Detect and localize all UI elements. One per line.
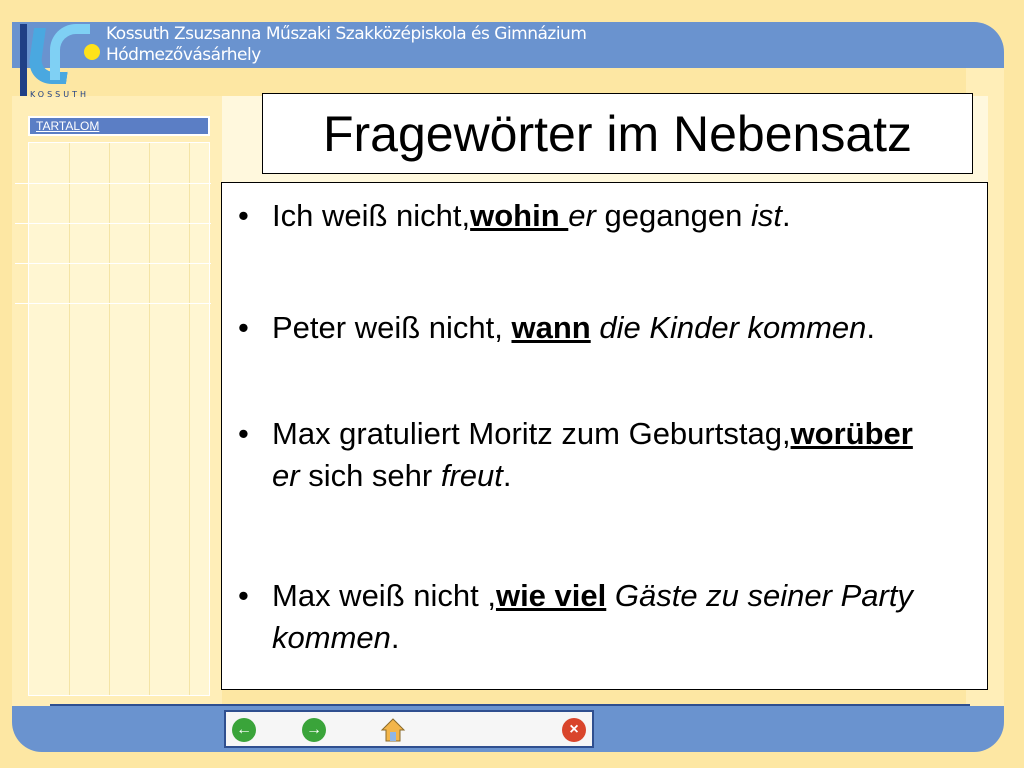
bullet-text-part: gegangen bbox=[595, 198, 752, 233]
navigation-bar: ← → × bbox=[224, 710, 594, 748]
toc-link[interactable]: TARTALOM bbox=[28, 116, 210, 136]
bullet-text-part: Max gratuliert Moritz zum Geburtstag, bbox=[272, 416, 791, 451]
bullet-text: Max weiß nicht ,wie viel Gäste zu seiner… bbox=[272, 575, 942, 659]
logo-wordmark: KOSSUTH bbox=[30, 90, 90, 99]
toc-grid-line bbox=[109, 143, 110, 695]
arrow-left-icon[interactable]: ← bbox=[232, 718, 256, 742]
toc-grid-line bbox=[149, 143, 150, 695]
bullet-italic: ist bbox=[751, 198, 783, 233]
slide-content: • Ich weiß nicht,wohin er gegangen ist. … bbox=[221, 182, 988, 690]
toc-grid-line bbox=[69, 143, 70, 695]
school-logo: KOSSUTH bbox=[14, 18, 100, 102]
slide-title: Fragewörter im Nebensatz bbox=[322, 105, 913, 162]
toc-grid-line bbox=[189, 143, 190, 695]
bullet-text-part: Max weiß nicht , bbox=[272, 578, 496, 613]
bullet-marker: • bbox=[238, 310, 249, 345]
bullet-text-part: . bbox=[866, 310, 876, 345]
bullet-marker: • bbox=[238, 578, 249, 613]
bullet-text-part: . bbox=[782, 198, 791, 233]
bullet-text: Max gratuliert Moritz zum Geburtstag,wor… bbox=[272, 413, 942, 497]
bullet-marker: • bbox=[238, 416, 249, 451]
bullet-text: Ich weiß nicht,wohin er gegangen ist. bbox=[272, 195, 942, 237]
school-name-line1: Kossuth Zsuzsanna Műszaki Szakközépiskol… bbox=[106, 24, 587, 44]
bullet-text-part: . bbox=[502, 458, 512, 493]
school-name-line2: Hódmezővásárhely bbox=[106, 45, 261, 65]
toc-grid bbox=[15, 142, 211, 696]
footer-divider bbox=[50, 704, 970, 706]
bullet-text-part: Peter weiß nicht, bbox=[272, 310, 512, 345]
bullet-marker: • bbox=[238, 198, 249, 233]
toc-grid-line bbox=[15, 263, 211, 264]
school-name: Kossuth Zsuzsanna Műszaki Szakközépiskol… bbox=[106, 24, 587, 66]
question-word: wann bbox=[511, 310, 591, 345]
bullet-text-part: Ich weiß nicht, bbox=[272, 198, 471, 233]
arrow-right-icon[interactable]: → bbox=[302, 718, 326, 742]
bullet-italic: freut bbox=[440, 458, 503, 493]
logo-dot bbox=[84, 44, 100, 60]
home-icon[interactable] bbox=[380, 717, 406, 743]
toc-grid-line bbox=[15, 223, 211, 224]
bullet-text: Peter weiß nicht, wann die Kinder kommen… bbox=[272, 307, 942, 349]
close-icon[interactable]: × bbox=[562, 718, 586, 742]
question-word: worüber bbox=[790, 416, 913, 451]
logo-k-bar bbox=[20, 24, 27, 96]
slide-title-box: Fragewörter im Nebensatz bbox=[262, 93, 973, 174]
bullet-text-part: sich sehr bbox=[299, 458, 441, 493]
bullet-italic: er bbox=[272, 458, 300, 493]
bullet-text-part: . bbox=[390, 620, 400, 655]
question-word: wie viel bbox=[495, 578, 607, 613]
toc-grid-line bbox=[15, 183, 211, 184]
bullet-italic: die Kinder kommen bbox=[590, 310, 867, 345]
toc-grid-line bbox=[15, 303, 211, 304]
bullet-italic: er bbox=[568, 198, 596, 233]
question-word: wohin bbox=[470, 198, 569, 233]
